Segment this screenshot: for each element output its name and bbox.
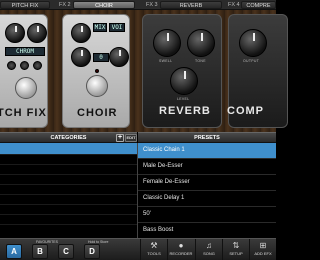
choir-display-mix: MIX [93, 23, 107, 32]
preset-item[interactable]: Bass Boost [138, 223, 276, 238]
choir-title: CHOIR [77, 107, 118, 119]
toolbar-divider [222, 239, 223, 260]
recorder-button[interactable]: ● RECORDER [169, 241, 193, 260]
compressor-output-label: OUTPUT [243, 59, 260, 63]
fx-slot-bar: PITCH FIX FX 2 CHOIR FX 3 REVERB FX 4 CO… [0, 0, 276, 10]
bottom-toolbar: FAVOURITES Hold to Store A B C D ⚒ TOOLS… [0, 238, 276, 260]
add-category-icon[interactable]: + [116, 134, 124, 142]
recorder-label: RECORDER [169, 251, 193, 256]
choir-display-value: 0 [93, 53, 109, 62]
toolbar-divider [249, 239, 250, 260]
favourite-d-button[interactable]: D [84, 244, 100, 259]
pitch-fix-button-2[interactable] [20, 61, 29, 70]
reverb-swell-knob[interactable] [153, 29, 181, 57]
choir-display-voices: VOI [109, 23, 125, 32]
pitch-fix-button-3[interactable] [33, 61, 42, 70]
add-fx-icon: ⊞ [259, 241, 267, 250]
pitch-fix-pedal[interactable]: CHROM TCH FIX [0, 14, 48, 128]
categories-header: CATEGORIES + EDIT [0, 132, 137, 143]
favourite-a-button[interactable]: A [6, 244, 22, 259]
toolbar-divider [140, 239, 141, 260]
categories-list[interactable] [0, 143, 137, 238]
categories-title: CATEGORIES [50, 135, 87, 141]
fx-slot-2-name: CHOIR [95, 3, 113, 9]
add-efx-label: ADD EFX [254, 251, 272, 256]
pitch-fix-footswitch[interactable] [15, 77, 37, 99]
presets-header: PRESETS [138, 132, 276, 143]
edit-categories-button[interactable]: EDIT [125, 134, 137, 142]
category-row[interactable] [0, 175, 137, 185]
recorder-icon: ● [178, 241, 184, 250]
presets-title: PRESETS [194, 135, 220, 141]
pitch-fix-button-1[interactable] [7, 61, 16, 70]
pitch-fix-display: CHROM [5, 47, 45, 56]
add-efx-button[interactable]: ⊞ ADD EFX [251, 241, 275, 260]
fx-slot-3-name: REVERB [179, 3, 203, 9]
reverb-tone-knob[interactable] [187, 29, 215, 57]
category-row[interactable] [0, 165, 137, 175]
fx-slot-2[interactable]: CHOIR [73, 1, 135, 9]
pedal-board: CHROM TCH FIX MIX VOI 0 CHOIR SWELL TONE… [0, 10, 288, 132]
fx-slot-1-name: PITCH FIX [11, 3, 39, 9]
category-row[interactable] [0, 185, 137, 195]
favourite-c-button[interactable]: C [58, 244, 74, 259]
fx-slot-4-number: FX 4 [228, 2, 240, 8]
fx-slot-1[interactable]: PITCH FIX [0, 1, 50, 9]
preset-item[interactable]: Classic Delay 1 [138, 191, 276, 207]
preset-item[interactable]: Female De-Esser [138, 175, 276, 191]
setup-button[interactable]: ⇅ SETUP [224, 241, 248, 260]
song-button[interactable]: ♫ SONG [197, 241, 221, 260]
compressor-title: COMP [227, 105, 264, 117]
choir-led [95, 69, 99, 73]
fx-slot-4-name: COMPRE [246, 3, 271, 9]
choir-pedal[interactable]: MIX VOI 0 CHOIR [62, 14, 130, 128]
song-icon: ♫ [206, 241, 212, 250]
fx-slot-4[interactable]: COMPRE [241, 1, 276, 9]
category-row-selected[interactable] [0, 143, 137, 155]
choir-knob-3[interactable] [109, 47, 129, 67]
reverb-tone-label: TONE [195, 59, 206, 63]
reverb-swell-label: SWELL [159, 59, 173, 63]
reverb-title: REVERB [159, 105, 211, 117]
fx-slot-2-number: FX 2 [59, 2, 71, 8]
preset-item[interactable]: 50' [138, 207, 276, 223]
fx-slot-3-number: FX 3 [146, 2, 158, 8]
choir-knob-2[interactable] [71, 47, 91, 67]
toolbar-divider [195, 239, 196, 260]
reverb-level-knob[interactable] [170, 67, 198, 95]
tools-icon: ⚒ [150, 241, 158, 250]
pitch-fix-title: TCH FIX [0, 107, 47, 119]
category-row[interactable] [0, 195, 137, 205]
song-label: SONG [203, 251, 215, 256]
setup-icon: ⇅ [232, 241, 240, 250]
category-row[interactable] [0, 215, 137, 225]
tools-button[interactable]: ⚒ TOOLS [142, 241, 166, 260]
choir-footswitch[interactable] [86, 75, 108, 97]
category-row[interactable] [0, 205, 137, 215]
toolbar-divider [167, 239, 168, 260]
choir-knob-1[interactable] [71, 23, 91, 43]
reverb-pedal[interactable]: SWELL TONE LEVEL REVERB [142, 14, 222, 128]
reverb-level-label: LEVEL [177, 97, 190, 101]
preset-item[interactable]: Male De-Esser [138, 159, 276, 175]
setup-label: SETUP [229, 251, 243, 256]
category-row[interactable] [0, 155, 137, 165]
favourite-b-button[interactable]: B [32, 244, 48, 259]
presets-list[interactable]: Classic Chain 1 Male De-Esser Female De-… [138, 143, 276, 238]
compressor-pedal[interactable]: OUTPUT COMP [227, 14, 288, 128]
preset-item-selected[interactable]: Classic Chain 1 [138, 143, 276, 159]
compressor-output-knob[interactable] [239, 29, 267, 57]
fx-slot-3[interactable]: REVERB [160, 1, 222, 9]
pitch-fix-knob-1[interactable] [5, 23, 25, 43]
tools-label: TOOLS [147, 251, 161, 256]
pitch-fix-knob-2[interactable] [27, 23, 47, 43]
